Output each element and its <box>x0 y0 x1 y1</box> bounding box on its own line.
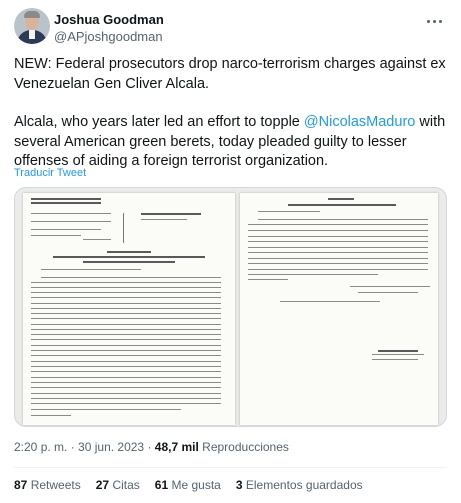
document-text-line <box>53 256 205 258</box>
document-text-line <box>31 329 221 331</box>
document-text-line <box>41 277 221 279</box>
likes-count: 61 <box>154 478 169 492</box>
document-text-line <box>372 354 424 356</box>
document-text-line <box>31 366 221 368</box>
likes-label: Me gusta <box>171 478 221 492</box>
tweet-header: Joshua Goodman @APjoshgoodman <box>14 8 447 46</box>
document-text-line <box>31 355 221 357</box>
document-text-line <box>31 393 221 395</box>
quotes-label: Citas <box>112 478 140 492</box>
document-text-line <box>31 297 221 299</box>
document-text-line <box>280 301 380 303</box>
document-text-line <box>141 213 201 215</box>
document-text-line <box>248 258 428 260</box>
document-text-line <box>248 230 428 232</box>
author-display-name[interactable]: Joshua Goodman <box>54 11 164 28</box>
document-text-line <box>31 398 221 400</box>
retweets-stat[interactable]: 87 Retweets <box>14 478 81 492</box>
document-text-line <box>31 292 221 294</box>
tweet-time[interactable]: 2:20 p. m. <box>14 440 67 454</box>
document-text-line <box>258 211 320 213</box>
document-text-line <box>31 324 221 326</box>
document-text-line <box>141 219 187 221</box>
meta-separator-2: · <box>144 440 155 454</box>
author-names: Joshua Goodman @APjoshgoodman <box>54 11 164 45</box>
document-text-line <box>31 409 181 411</box>
tweet-date[interactable]: 30 jun. 2023 <box>78 440 144 454</box>
document-text-line <box>350 286 430 288</box>
tweet-text-before-mention: Alcala, who years later led an effort to… <box>14 114 304 130</box>
document-text-line <box>31 377 221 379</box>
document-text-line <box>31 403 221 405</box>
document-text-line <box>248 252 428 254</box>
author-handle[interactable]: @APjoshgoodman <box>54 28 164 45</box>
document-text-line <box>248 279 288 281</box>
document-text-line <box>31 361 221 363</box>
document-text-line <box>288 204 396 206</box>
document-text-line <box>31 339 221 341</box>
document-text-line <box>31 382 221 384</box>
document-text-line <box>31 318 221 320</box>
views-label: Reproducciones <box>202 440 289 454</box>
document-text-line <box>31 371 221 373</box>
tweet-paragraph-2: Alcala, who years later led an effort to… <box>14 113 447 172</box>
document-caption-bracket <box>123 213 124 243</box>
document-text-line <box>248 247 428 249</box>
likes-stat[interactable]: 61 Me gusta <box>155 478 221 492</box>
bookmarks-count: 3 <box>235 478 243 492</box>
document-text-line <box>31 345 221 347</box>
document-text-line <box>248 274 378 276</box>
retweets-label: Retweets <box>30 478 81 492</box>
document-page-2 <box>240 193 438 425</box>
document-text-line <box>31 387 221 389</box>
document-text-line <box>31 287 221 289</box>
document-text-line <box>31 308 221 310</box>
document-text-line <box>31 221 111 223</box>
document-text-line <box>378 350 418 352</box>
document-text-line <box>31 334 221 336</box>
document-page-1 <box>23 193 235 425</box>
document-text-line <box>83 239 111 241</box>
document-text-line <box>31 415 71 417</box>
translate-tweet-link[interactable]: Traducir Tweet <box>14 167 86 179</box>
document-text-line <box>248 236 428 238</box>
document-text-line <box>358 292 418 294</box>
document-text-line <box>248 241 428 243</box>
document-text-line <box>31 198 101 200</box>
mention-link[interactable]: @NicolasMaduro <box>304 114 415 130</box>
tweet-paragraph-1: NEW: Federal prosecutors drop narco-terr… <box>14 56 446 92</box>
document-text-line <box>41 269 141 271</box>
document-text-line <box>31 229 101 231</box>
bookmarks-label: Elementos guardados <box>245 478 363 492</box>
document-text-line <box>248 269 428 271</box>
document-text-line <box>107 251 151 253</box>
document-text-line <box>248 224 428 226</box>
bookmarks-stat[interactable]: 3 Elementos guardados <box>236 478 363 492</box>
document-text-line <box>31 282 221 284</box>
quotes-count: 27 <box>95 478 110 492</box>
document-text-line <box>31 235 81 237</box>
views-count: 48,7 mil <box>154 440 199 454</box>
more-options-icon[interactable] <box>421 13 447 29</box>
meta-separator: · <box>67 440 79 454</box>
tweet-text: NEW: Federal prosecutors drop narco-terr… <box>14 55 447 172</box>
document-text-line <box>372 359 418 361</box>
retweets-count: 87 <box>14 478 28 492</box>
document-text-line <box>31 313 221 315</box>
document-text-line <box>31 350 221 352</box>
document-text-line <box>31 303 221 305</box>
document-text-line <box>31 202 101 204</box>
avatar[interactable] <box>14 8 50 44</box>
document-text-line <box>248 263 428 265</box>
engagement-stats: 87 Retweets 27 Citas 61 Me gusta 3 Elemento… <box>14 478 378 492</box>
tweet-media-image[interactable] <box>14 187 447 427</box>
document-text-line <box>83 261 175 263</box>
document-text-line <box>328 198 354 200</box>
divider <box>14 467 447 468</box>
document-text-line <box>258 219 428 221</box>
document-text-line <box>31 213 111 215</box>
tweet-meta: 2:20 p. m. · 30 jun. 2023 · 48,7 mil Rep… <box>14 440 289 454</box>
quotes-stat[interactable]: 27 Citas <box>96 478 140 492</box>
